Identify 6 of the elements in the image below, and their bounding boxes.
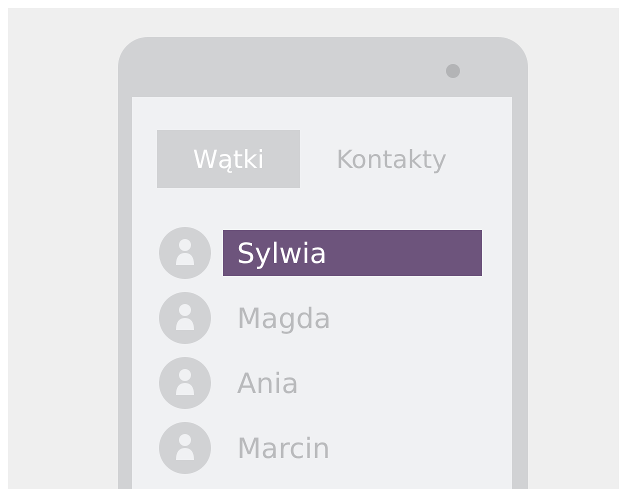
avatar-icon — [159, 357, 211, 409]
avatar-icon — [159, 292, 211, 344]
contact-name[interactable]: Sylwia — [223, 230, 482, 276]
camera-icon — [446, 64, 460, 78]
avatar-icon — [159, 227, 211, 279]
avatar-icon — [159, 422, 211, 474]
